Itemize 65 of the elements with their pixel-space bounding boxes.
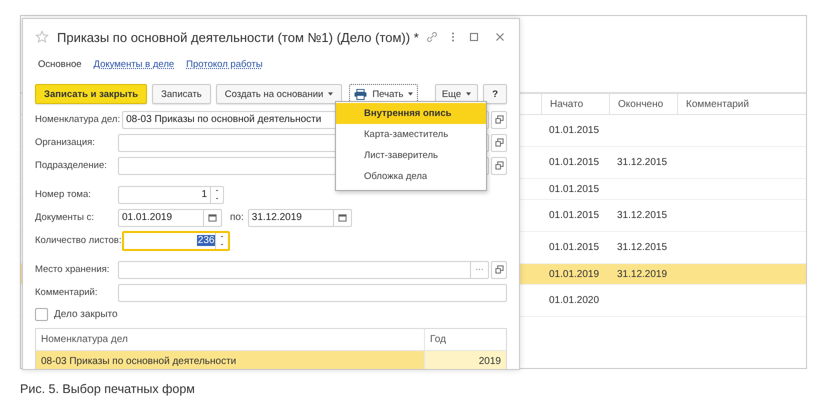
windows-icon: [494, 138, 504, 147]
caret-icon: [328, 92, 334, 96]
windows-icon: [494, 161, 504, 170]
menu-item[interactable]: Обложка дела: [336, 166, 486, 187]
table-cell: 01.01.2019: [549, 268, 600, 280]
field-label: Комментарий:: [35, 287, 98, 298]
table-cell: 01.01.2015: [549, 157, 600, 168]
table-cell: 08-03 Приказы по основной деятельности: [41, 356, 236, 367]
table-cell: 01.01.2015: [549, 210, 600, 221]
column-header[interactable]: Комментарий: [677, 94, 806, 114]
table-cell: 31.12.2015: [617, 242, 668, 253]
help-button[interactable]: ?: [483, 84, 507, 104]
maximize-icon[interactable]: [467, 30, 481, 44]
field-label: Номенклатура дел:: [35, 114, 122, 125]
link-icon[interactable]: [425, 30, 439, 44]
more-icon[interactable]: [451, 30, 455, 44]
field-label: Место хранения:: [35, 264, 110, 275]
table-cell: 2019: [478, 356, 501, 367]
menu-item[interactable]: Лист-заверитель: [336, 145, 486, 166]
save-close-button[interactable]: Записать и закрыть: [35, 84, 148, 104]
input-field[interactable]: ...: [118, 260, 489, 278]
save-button[interactable]: Записать: [152, 84, 211, 104]
field-label: Номер тома:: [35, 189, 92, 200]
open-button[interactable]: [491, 110, 507, 128]
date-field[interactable]: 31.12.2019: [248, 208, 352, 226]
table-cell: 31.12.2015: [617, 210, 668, 221]
field-label: Подразделение:: [35, 160, 108, 171]
select-button[interactable]: ...: [470, 262, 488, 278]
table-cell: 31.12.2019: [617, 268, 668, 280]
field-label: по:: [230, 212, 244, 223]
windows-icon: [494, 115, 504, 124]
column-header[interactable]: Начато: [541, 94, 609, 114]
checkbox[interactable]: [35, 308, 48, 320]
field-label: Документы с:: [35, 212, 95, 223]
number-field[interactable]: 1: [118, 186, 224, 204]
figure-caption: Рис. 5. Выбор печатных форм: [20, 382, 196, 396]
table-cell: 01.01.2020: [549, 295, 600, 306]
table-cell: 01.01.2015: [549, 184, 600, 194]
open-button[interactable]: [491, 260, 507, 278]
open-button[interactable]: [491, 156, 507, 174]
column-header[interactable]: Окончено: [609, 94, 677, 114]
table-cell: 01.01.2015: [549, 242, 600, 253]
caret-icon: [466, 92, 472, 96]
windows-icon: [494, 265, 504, 274]
menu-item[interactable]: Внутренняя опись: [336, 103, 486, 124]
calendar-icon: [208, 213, 217, 222]
tab[interactable]: Основное: [38, 58, 82, 70]
date-field[interactable]: 01.01.2019: [118, 208, 222, 226]
table-cell: 31.12.2015: [617, 157, 668, 168]
input-field[interactable]: [118, 284, 507, 302]
number-field[interactable]: 236: [122, 230, 230, 250]
star-icon[interactable]: [35, 30, 49, 44]
column-header[interactable]: Год: [424, 329, 506, 350]
field-label: Количество листов:: [35, 235, 122, 246]
create-based-button[interactable]: Создать на основании: [216, 84, 342, 104]
column-header[interactable]: Номенклатура дел: [36, 329, 424, 350]
field-label: Организация:: [35, 137, 96, 148]
window-title: Приказы по основной деятельности (том №1) (Дело (том)) *: [57, 30, 419, 44]
caret-icon: [408, 92, 414, 96]
open-button[interactable]: [491, 134, 507, 152]
table-cell: 01.01.2015: [549, 125, 600, 136]
tab[interactable]: Документы в деле: [94, 58, 174, 70]
tab[interactable]: Протокол работы: [186, 58, 263, 70]
checkbox-label: Дело закрыто: [54, 308, 118, 320]
calendar-icon: [338, 213, 347, 222]
